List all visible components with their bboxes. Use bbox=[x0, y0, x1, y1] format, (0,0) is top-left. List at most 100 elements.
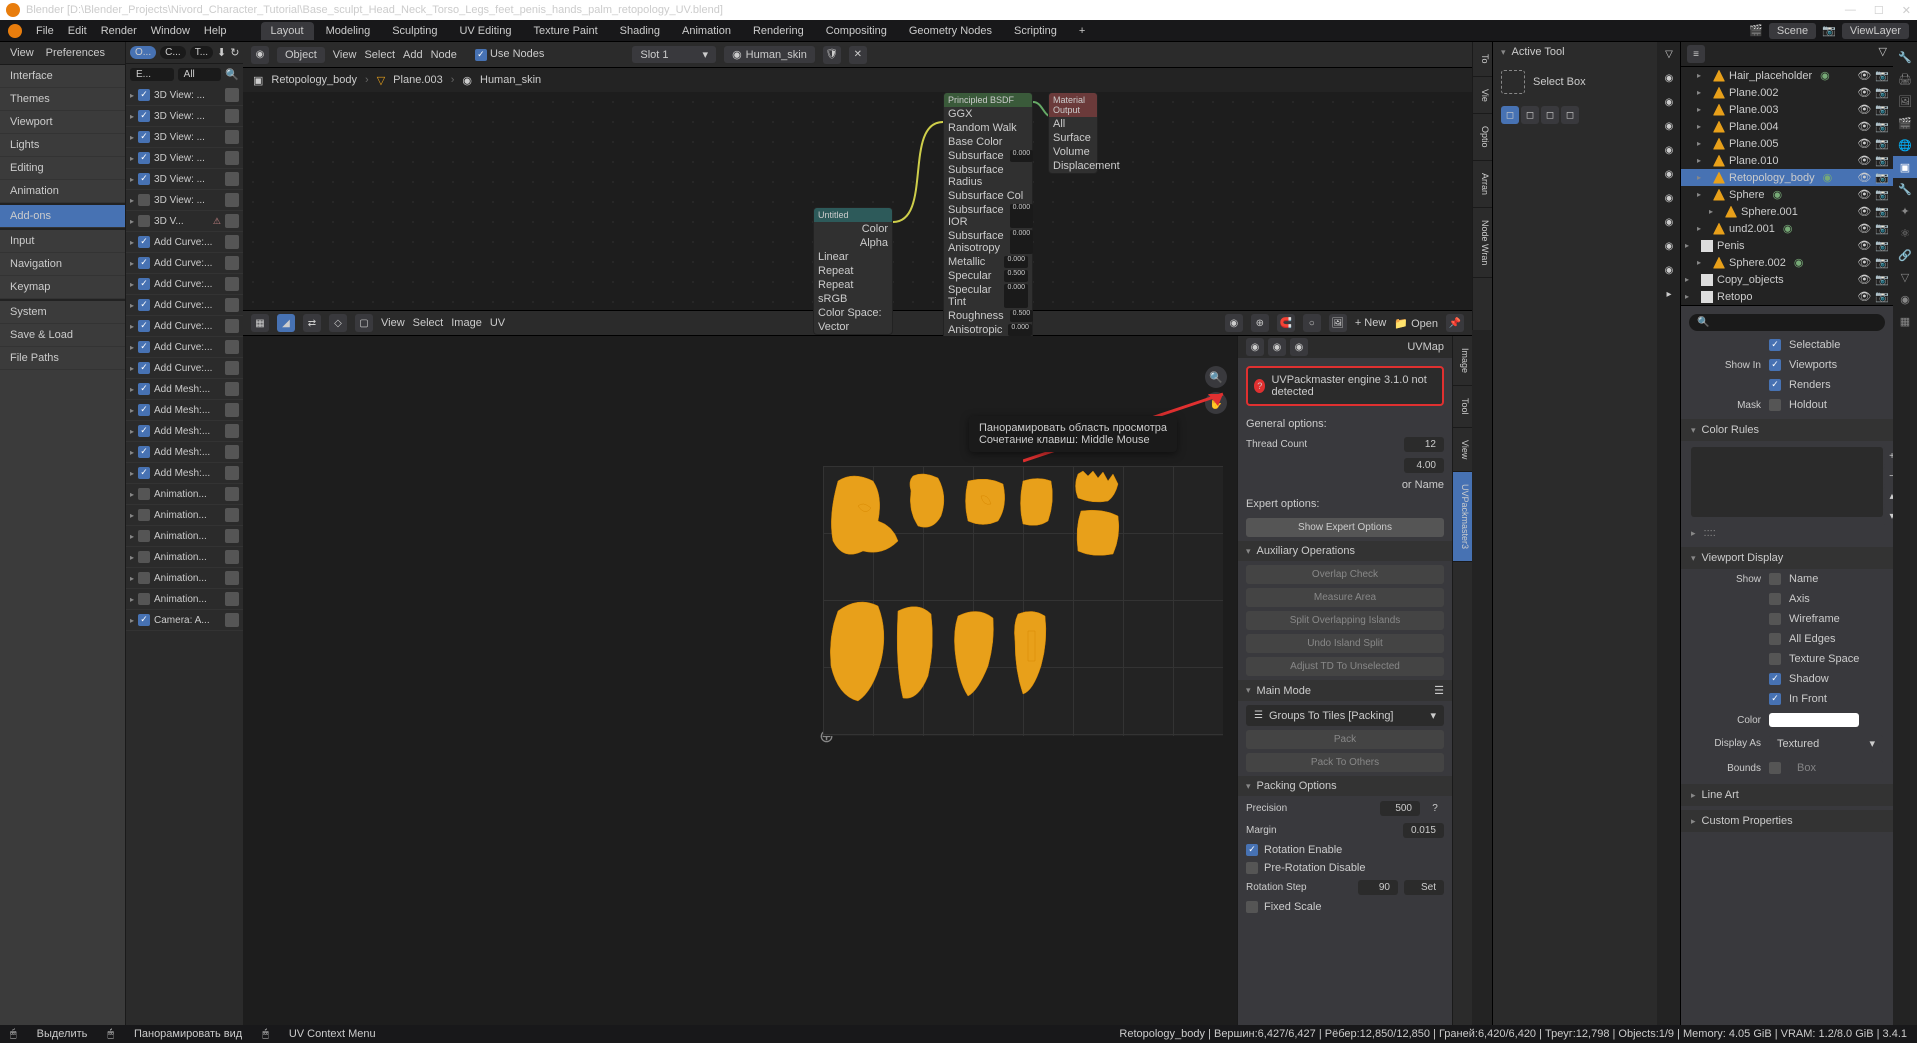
alledges-check[interactable] bbox=[1769, 633, 1781, 645]
addon-item[interactable]: ▸Add Curve:... bbox=[126, 358, 243, 379]
aux-button[interactable]: Undo Island Split bbox=[1246, 634, 1444, 653]
visibility-icon[interactable]: 👁 bbox=[1857, 290, 1871, 303]
holdout-check[interactable] bbox=[1769, 399, 1781, 411]
menu-render[interactable]: Render bbox=[101, 25, 137, 37]
vdisp-header[interactable]: Viewport Display bbox=[1702, 552, 1784, 564]
bc-material[interactable]: Human_skin bbox=[480, 74, 541, 86]
addon-enable-check[interactable] bbox=[138, 89, 150, 101]
uv-edge-icon[interactable]: ▢ bbox=[355, 314, 373, 332]
infront-check[interactable] bbox=[1769, 693, 1781, 705]
fixed-check[interactable] bbox=[1246, 901, 1258, 913]
nvt-arran[interactable]: Arran bbox=[1473, 161, 1492, 208]
render-icon[interactable]: 📷 bbox=[1875, 103, 1889, 116]
menu-edit[interactable]: Edit bbox=[68, 25, 87, 37]
vt-image[interactable]: Image bbox=[1453, 336, 1472, 386]
pref-interface[interactable]: Interface bbox=[0, 65, 125, 88]
ptab-view[interactable]: 🖼 bbox=[1893, 90, 1917, 112]
renders-check[interactable] bbox=[1769, 379, 1781, 391]
vt-uvpm[interactable]: UVPackmaster3 bbox=[1453, 472, 1472, 562]
expand-icon[interactable]: ▸ bbox=[1697, 71, 1709, 80]
rotstep-value[interactable]: 90 bbox=[1358, 880, 1398, 895]
addon-item[interactable]: ▸Add Mesh:... bbox=[126, 463, 243, 484]
addon-enable-check[interactable] bbox=[138, 110, 150, 122]
pref-input[interactable]: Input bbox=[0, 228, 125, 253]
aux-button[interactable]: Split Overlapping Islands bbox=[1246, 611, 1444, 630]
expand-icon[interactable]: ▸ bbox=[1697, 258, 1709, 267]
addon-item[interactable]: ▸3D View: ... bbox=[126, 190, 243, 211]
ti-6[interactable]: ◉ bbox=[1657, 186, 1681, 210]
slot-field[interactable]: Slot 1▾ bbox=[632, 46, 716, 63]
addon-item[interactable]: ▸Add Curve:... bbox=[126, 253, 243, 274]
addon-enable-check[interactable] bbox=[138, 509, 150, 521]
render-icon[interactable]: 📷 bbox=[1875, 239, 1889, 252]
ptab-particle[interactable]: ✦ bbox=[1893, 200, 1917, 222]
filter-official[interactable]: O... bbox=[130, 46, 156, 59]
ptab-material[interactable]: ◉ bbox=[1893, 288, 1917, 310]
render-icon[interactable]: 📷 bbox=[1875, 154, 1889, 167]
outliner-row[interactable]: ▸Penis👁📷 bbox=[1681, 237, 1893, 254]
ptab-scene[interactable]: 🎬 bbox=[1893, 112, 1917, 134]
addon-enable-check[interactable] bbox=[138, 614, 150, 626]
tab-geonodes[interactable]: Geometry Nodes bbox=[899, 22, 1002, 40]
aux-button[interactable]: Adjust TD To Unselected bbox=[1246, 657, 1444, 676]
tab-texturepaint[interactable]: Texture Paint bbox=[523, 22, 607, 40]
addon-enable-check[interactable] bbox=[138, 425, 150, 437]
vt-tool[interactable]: Tool bbox=[1453, 386, 1472, 428]
render-icon[interactable]: 📷 bbox=[1875, 171, 1889, 184]
activetool-header[interactable]: Active Tool bbox=[1512, 46, 1565, 58]
render-icon[interactable]: 📷 bbox=[1875, 256, 1889, 269]
outliner-row[interactable]: ▸Plane.010👁📷 bbox=[1681, 152, 1893, 169]
prefs-view[interactable]: View bbox=[10, 47, 34, 59]
scene-field[interactable]: Scene bbox=[1769, 23, 1816, 39]
node-canvas[interactable]: Untitled Color Alpha Linear Repeat Repea… bbox=[243, 92, 1472, 310]
ptab-data[interactable]: ▽ bbox=[1893, 266, 1917, 288]
vt-view[interactable]: View bbox=[1453, 428, 1472, 472]
filter-funnel-icon[interactable]: ▽ bbox=[1879, 45, 1887, 63]
addon-item[interactable]: ▸Add Curve:... bbox=[126, 295, 243, 316]
nh-view[interactable]: View bbox=[333, 49, 357, 61]
pref-filepaths[interactable]: File Paths bbox=[0, 347, 125, 370]
addon-enable-check[interactable] bbox=[138, 173, 150, 185]
image-icon[interactable]: 🖼 bbox=[1329, 314, 1347, 332]
tab-modeling[interactable]: Modeling bbox=[316, 22, 381, 40]
list-icon[interactable]: ☰ bbox=[1434, 684, 1444, 697]
visibility-icon[interactable]: 👁 bbox=[1857, 188, 1871, 201]
colorrules-list[interactable]: + − ▴ ▾ bbox=[1691, 447, 1883, 517]
filter-community[interactable]: C... bbox=[160, 46, 186, 59]
expand-icon[interactable]: ▸ bbox=[1685, 275, 1697, 284]
node-output[interactable]: Material Output All Surface Volume Displ… bbox=[1048, 92, 1098, 174]
addon-enable-check[interactable] bbox=[138, 446, 150, 458]
selmode-sub-icon[interactable]: ◻ bbox=[1541, 106, 1559, 124]
colorrules-header[interactable]: Color Rules bbox=[1702, 424, 1759, 436]
ptab-modifier[interactable]: 🔧 bbox=[1893, 178, 1917, 200]
pref-addons[interactable]: Add-ons bbox=[0, 203, 125, 228]
visibility-icon[interactable]: 👁 bbox=[1857, 120, 1871, 133]
bc-object[interactable]: Retopology_body bbox=[271, 74, 357, 86]
outliner[interactable]: ▸Hair_placeholder◉👁📷▸Plane.002👁📷▸Plane.0… bbox=[1681, 67, 1893, 305]
expand-icon[interactable]: ▸ bbox=[1709, 207, 1721, 216]
shield-icon[interactable]: 🛡 bbox=[823, 46, 841, 64]
up-icon[interactable]: ▴ bbox=[1883, 487, 1893, 505]
tab-sculpting[interactable]: Sculpting bbox=[382, 22, 447, 40]
render-icon[interactable]: 📷 bbox=[1875, 222, 1889, 235]
expand-icon[interactable]: ▸ bbox=[1697, 105, 1709, 114]
addon-item[interactable]: ▸Add Curve:... bbox=[126, 337, 243, 358]
addon-enable-check[interactable] bbox=[138, 488, 150, 500]
render-icon[interactable]: 📷 bbox=[1875, 120, 1889, 133]
ti-8[interactable]: ◉ bbox=[1657, 234, 1681, 258]
addon-item[interactable]: ▸3D V...⚠ bbox=[126, 211, 243, 232]
uv-vertex-icon[interactable]: ◇ bbox=[329, 314, 347, 332]
margin-value[interactable]: 0.015 bbox=[1403, 823, 1444, 838]
wireframe-check[interactable] bbox=[1769, 613, 1781, 625]
visibility-icon[interactable]: 👁 bbox=[1857, 69, 1871, 82]
tab-rendering[interactable]: Rendering bbox=[743, 22, 814, 40]
editor-type-icon[interactable]: ◉ bbox=[251, 46, 269, 64]
ti-2[interactable]: ◉ bbox=[1657, 90, 1681, 114]
uvh-select[interactable]: Select bbox=[413, 317, 444, 329]
render-icon[interactable]: 📷 bbox=[1875, 69, 1889, 82]
add-icon[interactable]: + bbox=[1883, 447, 1893, 465]
expand-icon[interactable]: ▸ bbox=[1697, 122, 1709, 131]
node-texture[interactable]: Untitled Color Alpha Linear Repeat Repea… bbox=[813, 207, 893, 335]
pref-editing[interactable]: Editing bbox=[0, 157, 125, 180]
nvt-vie[interactable]: Vie bbox=[1473, 77, 1492, 115]
